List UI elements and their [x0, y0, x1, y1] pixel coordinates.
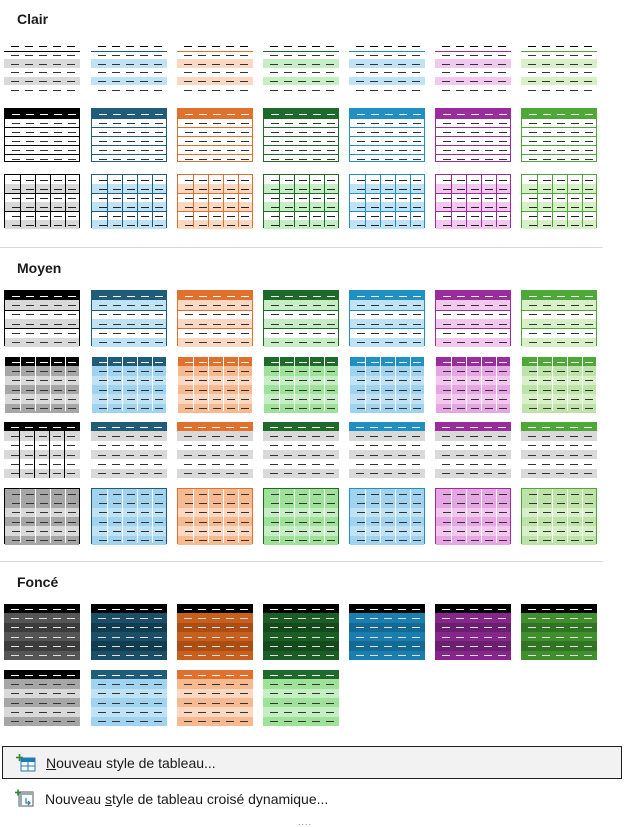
table-style-thumbnail[interactable] [177, 42, 253, 94]
table-style-thumbnail[interactable] [91, 42, 167, 94]
table-style-thumbnail[interactable] [177, 422, 253, 478]
table-style-thumbnail[interactable] [263, 42, 339, 94]
table-style-thumbnail[interactable] [521, 174, 597, 229]
table-style-thumbnail[interactable] [435, 290, 511, 347]
table-style-thumbnail[interactable] [4, 356, 80, 414]
section-title-fonce: Foncé [17, 574, 59, 590]
new-pivot-style-label: Nouveau style de tableau croisé dynamiqu… [45, 790, 329, 807]
table-style-thumbnail[interactable] [349, 290, 425, 347]
table-style-thumbnail[interactable] [4, 604, 80, 660]
table-style-thumbnail[interactable] [521, 42, 597, 94]
table-style-thumbnail[interactable] [91, 290, 167, 347]
table-style-thumbnail[interactable] [177, 604, 253, 660]
table-style-thumbnail[interactable] [177, 488, 253, 546]
section-title-moyen: Moyen [17, 260, 62, 276]
table-style-thumbnail[interactable] [4, 42, 80, 94]
table-style-thumbnail[interactable] [4, 670, 80, 726]
table-style-thumbnail[interactable] [4, 290, 80, 347]
table-style-thumbnail[interactable] [91, 422, 167, 478]
table-style-thumbnail[interactable] [521, 422, 597, 478]
new-table-style-label: Nouveau style de tableau... [46, 754, 216, 771]
table-style-thumbnail[interactable] [177, 670, 253, 726]
table-style-thumbnail[interactable] [4, 422, 80, 478]
table-style-thumbnail[interactable] [91, 356, 167, 414]
table-style-thumbnail[interactable] [521, 604, 597, 660]
table-style-thumbnail[interactable] [349, 604, 425, 660]
table-style-thumbnail[interactable] [263, 604, 339, 660]
table-style-thumbnail[interactable] [435, 422, 511, 478]
new-pivot-table-style-menu-item[interactable]: Nouveau style de tableau croisé dynamiqu… [2, 782, 622, 815]
table-style-thumbnail[interactable] [521, 488, 597, 546]
table-style-thumbnail[interactable] [91, 604, 167, 660]
table-style-thumbnail[interactable] [349, 356, 425, 414]
table-style-thumbnail[interactable] [521, 356, 597, 414]
table-style-thumbnail[interactable] [91, 174, 167, 229]
table-style-thumbnail[interactable] [521, 108, 597, 162]
divider [0, 247, 603, 248]
table-style-thumbnail[interactable] [91, 108, 167, 162]
table-style-thumbnail[interactable] [435, 174, 511, 229]
table-style-thumbnail[interactable] [177, 108, 253, 162]
table-style-thumbnail[interactable] [349, 174, 425, 229]
table-style-thumbnail[interactable] [263, 174, 339, 229]
table-style-thumbnail[interactable] [349, 488, 425, 546]
table-style-thumbnail[interactable] [263, 290, 339, 347]
table-style-thumbnail[interactable] [435, 108, 511, 162]
table-style-thumbnail[interactable] [263, 356, 339, 414]
table-style-thumbnail[interactable] [4, 174, 80, 229]
new-table-style-icon [16, 754, 36, 772]
table-style-thumbnail[interactable] [435, 604, 511, 660]
table-style-thumbnail[interactable] [435, 356, 511, 414]
table-style-thumbnail[interactable] [177, 290, 253, 347]
new-pivot-style-icon [15, 789, 34, 807]
table-style-thumbnail[interactable] [349, 422, 425, 478]
table-style-thumbnail[interactable] [263, 670, 339, 726]
new-table-style-menu-item[interactable]: Nouveau style de tableau... [2, 746, 622, 779]
table-style-thumbnail[interactable] [435, 488, 511, 546]
table-style-thumbnail[interactable] [349, 108, 425, 162]
table-style-thumbnail[interactable] [177, 174, 253, 229]
table-style-thumbnail[interactable] [349, 42, 425, 94]
table-style-thumbnail[interactable] [263, 422, 339, 478]
table-style-thumbnail[interactable] [4, 108, 80, 162]
table-style-thumbnail[interactable] [263, 488, 339, 546]
divider [0, 561, 603, 562]
table-style-thumbnail[interactable] [177, 356, 253, 414]
table-style-thumbnail[interactable] [4, 488, 80, 546]
table-style-thumbnail[interactable] [435, 42, 511, 94]
table-style-thumbnail[interactable] [91, 488, 167, 546]
table-style-thumbnail[interactable] [263, 108, 339, 162]
table-style-thumbnail[interactable] [521, 290, 597, 347]
table-style-thumbnail[interactable] [91, 670, 167, 726]
section-title-clair: Clair [17, 11, 49, 27]
